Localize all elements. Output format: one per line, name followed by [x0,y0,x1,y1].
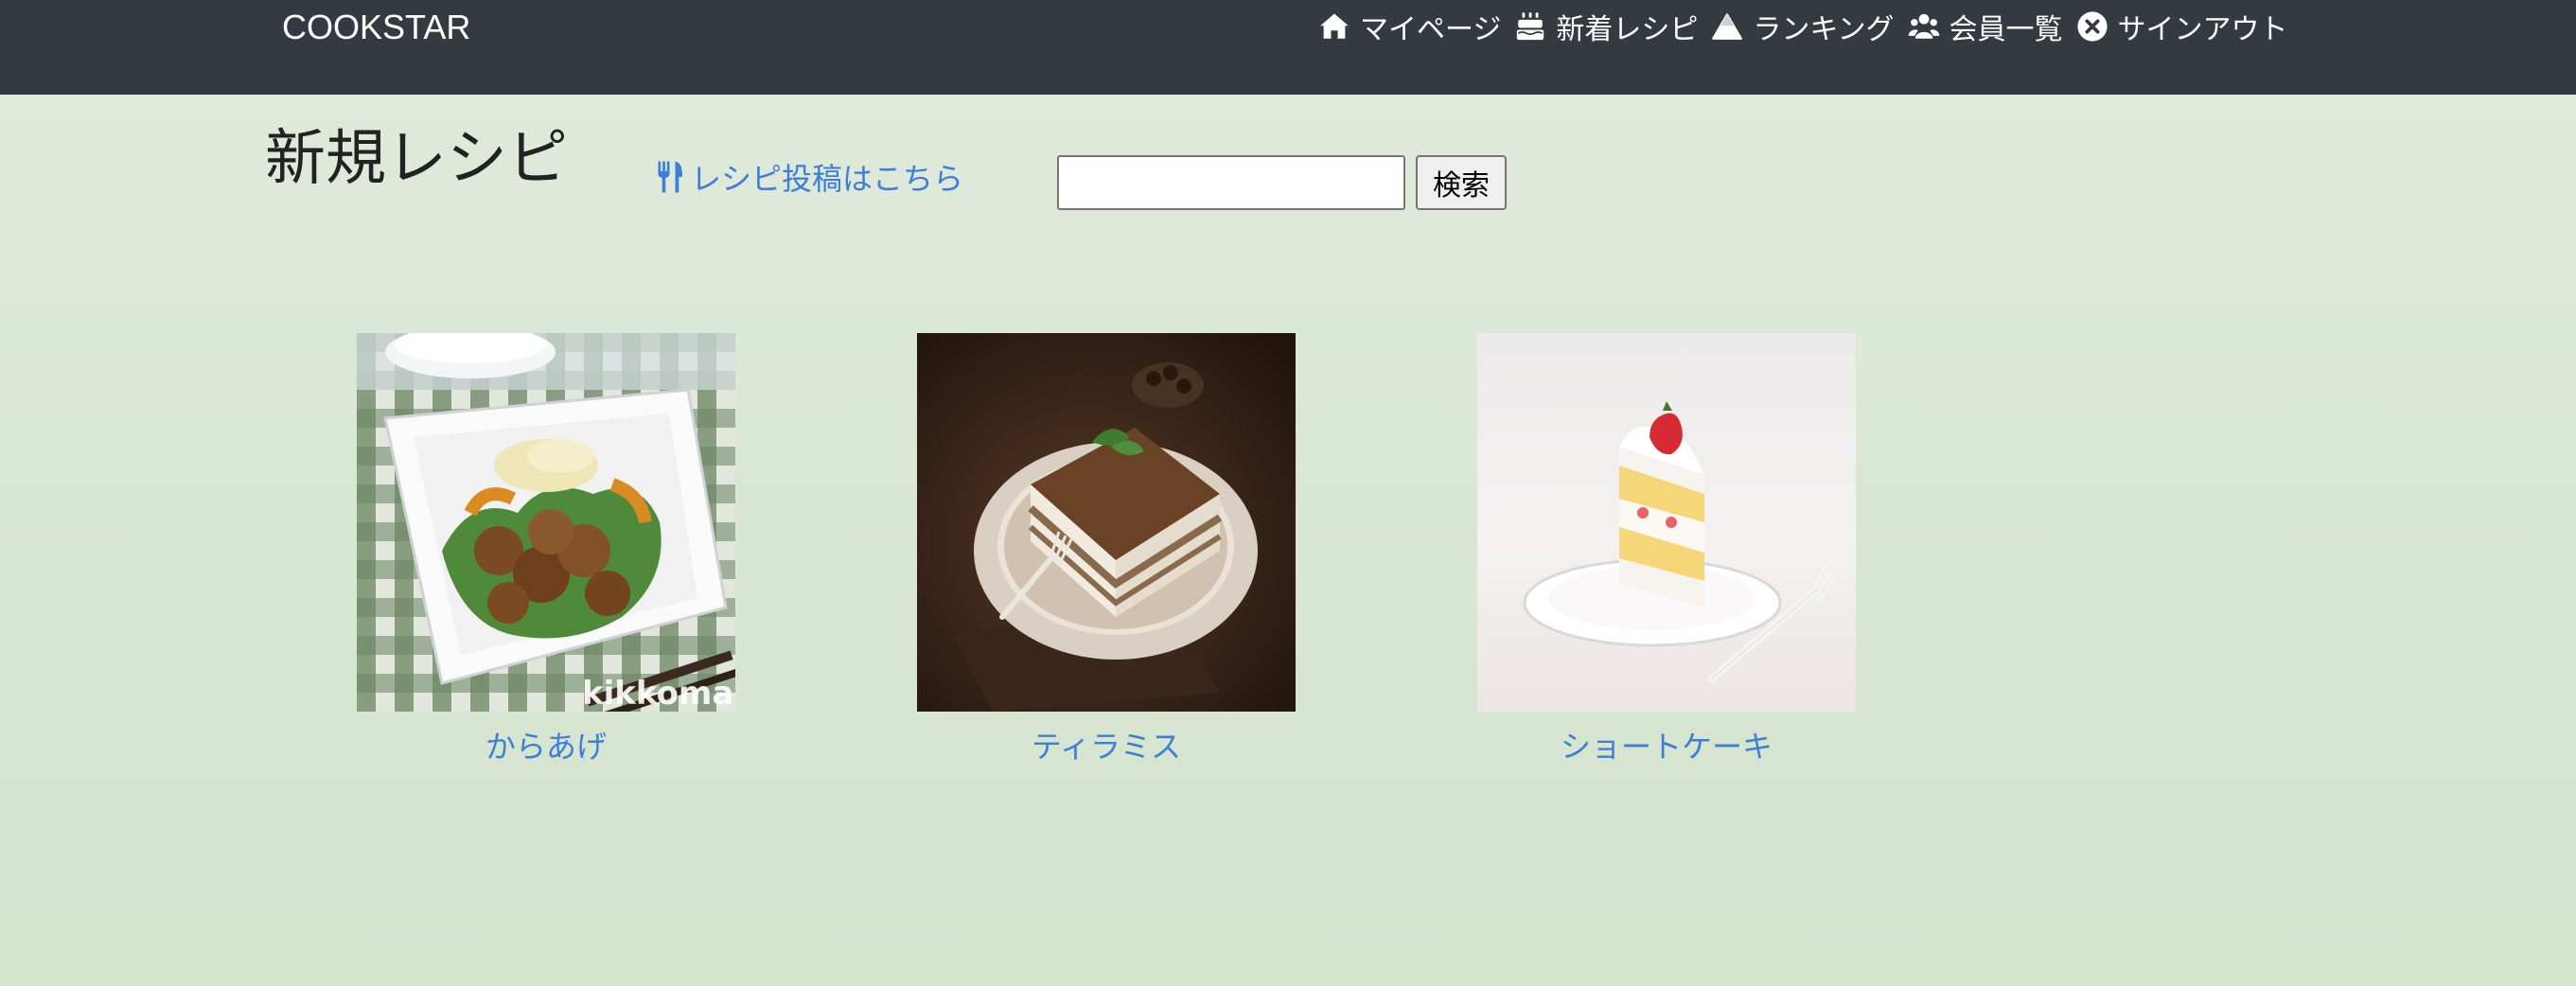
nav-item-mypage[interactable]: マイページ [1318,6,1501,47]
users-icon [1908,13,1939,39]
triangle-icon [1712,13,1743,40]
watermark-text: kikkoman [582,675,735,712]
home-icon [1320,13,1349,39]
nav-item-label: ランキング [1753,13,1895,46]
close-circle-icon [2076,11,2108,42]
post-recipe-link-label: レシピ投稿はこちら [691,161,964,197]
brand-logo[interactable]: COOKSTAR [282,6,470,49]
shortcake-photo [1477,333,1856,712]
recipe-card: kikkoman からあげ [357,333,735,766]
utensils-icon [658,161,682,193]
nav-item-signout[interactable]: サインアウト [2076,6,2288,47]
recipe-title-link[interactable]: からあげ [357,727,735,766]
nav-item-new-recipes[interactable]: 新着レシピ [1514,6,1698,47]
search-input[interactable] [1057,155,1405,210]
cake-icon [1517,12,1544,41]
tiramisu-photo [917,333,1296,712]
nav-item-ranking[interactable]: ランキング [1711,6,1895,47]
recipe-photo-karaage[interactable]: kikkoman [357,333,735,712]
recipe-photo-tiramisu[interactable] [917,333,1296,712]
recipe-card: ティラミス [917,333,1296,766]
recipe-title-link[interactable]: ショートケーキ [1477,727,1856,766]
nav-item-label: 会員一覧 [1949,13,2063,46]
search-button[interactable]: 検索 [1416,155,1507,210]
nav-links: マイページ 新着レシピ ランキング 会員一覧 サインアウト [1318,6,2288,47]
recipe-photo-shortcake[interactable] [1477,333,1856,712]
nav-item-label: マイページ [1360,13,1502,46]
nav-item-members[interactable]: 会員一覧 [1908,6,2063,47]
nav-item-label: サインアウト [2117,13,2288,46]
post-recipe-link[interactable]: レシピ投稿はこちら [657,155,963,199]
nav-item-label: 新着レシピ [1556,13,1699,46]
recipe-title-link[interactable]: ティラミス [917,727,1296,766]
recipe-card: ショートケーキ [1477,333,1856,766]
page-title: 新規レシピ [265,124,568,194]
top-navbar: COOKSTAR マイページ 新着レシピ ランキング 会員一覧 サインアウト [0,0,2576,95]
karaage-photo: kikkoman [357,333,735,712]
